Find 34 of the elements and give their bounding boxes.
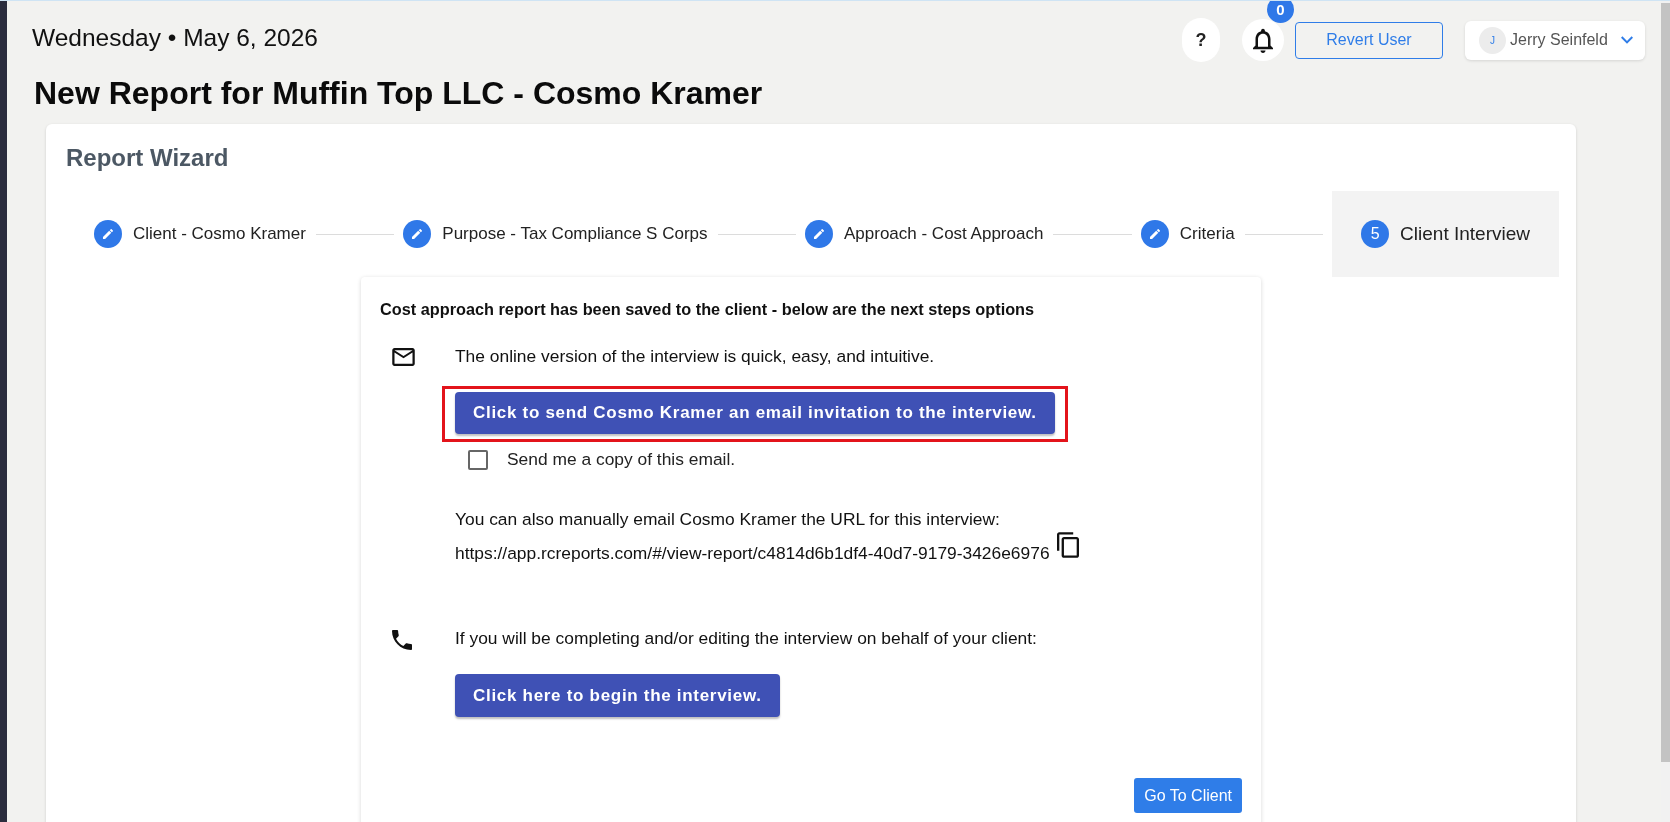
on-behalf-text: If you will be completing and/or editing the interview on behalf of your client: <box>455 627 1038 650</box>
page-title: New Report for Muffin Top LLC - Cosmo Kramer <box>34 75 764 111</box>
pencil-icon <box>805 220 833 248</box>
pencil-icon <box>94 220 122 248</box>
manual-email-text: You can also manually email Cosmo Kramer the URL for this interview: <box>455 508 1001 531</box>
go-to-client-button[interactable]: Go To Client <box>1134 778 1242 813</box>
wizard-step[interactable]: Approach - Cost Approach <box>805 220 1044 248</box>
checkbox[interactable] <box>468 449 488 470</box>
revert-user-button[interactable]: Revert User <box>1295 21 1443 59</box>
wizard-step[interactable]: Criteria <box>1140 220 1235 248</box>
phone-icon <box>392 630 412 650</box>
envelope-icon <box>392 348 415 366</box>
send-invitation-button[interactable]: Click to send Cosmo Kramer an email invitation to the interview. <box>455 392 1055 434</box>
user-avatar: J <box>1479 26 1506 54</box>
begin-interview-button[interactable]: Click here to begin the interview. <box>455 674 780 717</box>
interview-url: https://app.rcreports.com/#/view-report/c4814d6b1df4-40d7-9179-3426e6976 <box>455 542 1050 565</box>
copy-icon[interactable] <box>1056 531 1079 558</box>
pencil-icon <box>1140 220 1169 248</box>
wizard-step[interactable]: Purpose - Tax Compliance S Corps <box>403 220 708 248</box>
notification-count: 0 <box>1267 1 1294 23</box>
online-interview-text: The online version of the interview is quick, easy, and intuitive. <box>455 345 936 368</box>
user-menu-button[interactable]: J Jerry Seinfeld <box>1465 20 1645 60</box>
wizard-step[interactable]: Client - Cosmo Kramer <box>94 220 306 248</box>
bell-icon <box>1253 27 1273 53</box>
step-number: 5 <box>1361 220 1390 248</box>
date-text: Wednesday • May 6, 2026 <box>32 24 318 52</box>
panel-heading: Cost approach report has been saved to the client - below are the next steps options <box>380 299 1036 320</box>
pencil-icon <box>403 220 432 248</box>
help-button[interactable]: ? <box>1182 18 1220 62</box>
notifications-button[interactable] <box>1242 19 1284 61</box>
chevron-down-icon <box>1621 36 1633 44</box>
wizard-title: Report Wizard <box>66 143 230 173</box>
wizard-step[interactable]: 5 Client Interview <box>1332 191 1559 277</box>
checkbox-label[interactable]: Send me a copy of this email. <box>507 449 736 470</box>
